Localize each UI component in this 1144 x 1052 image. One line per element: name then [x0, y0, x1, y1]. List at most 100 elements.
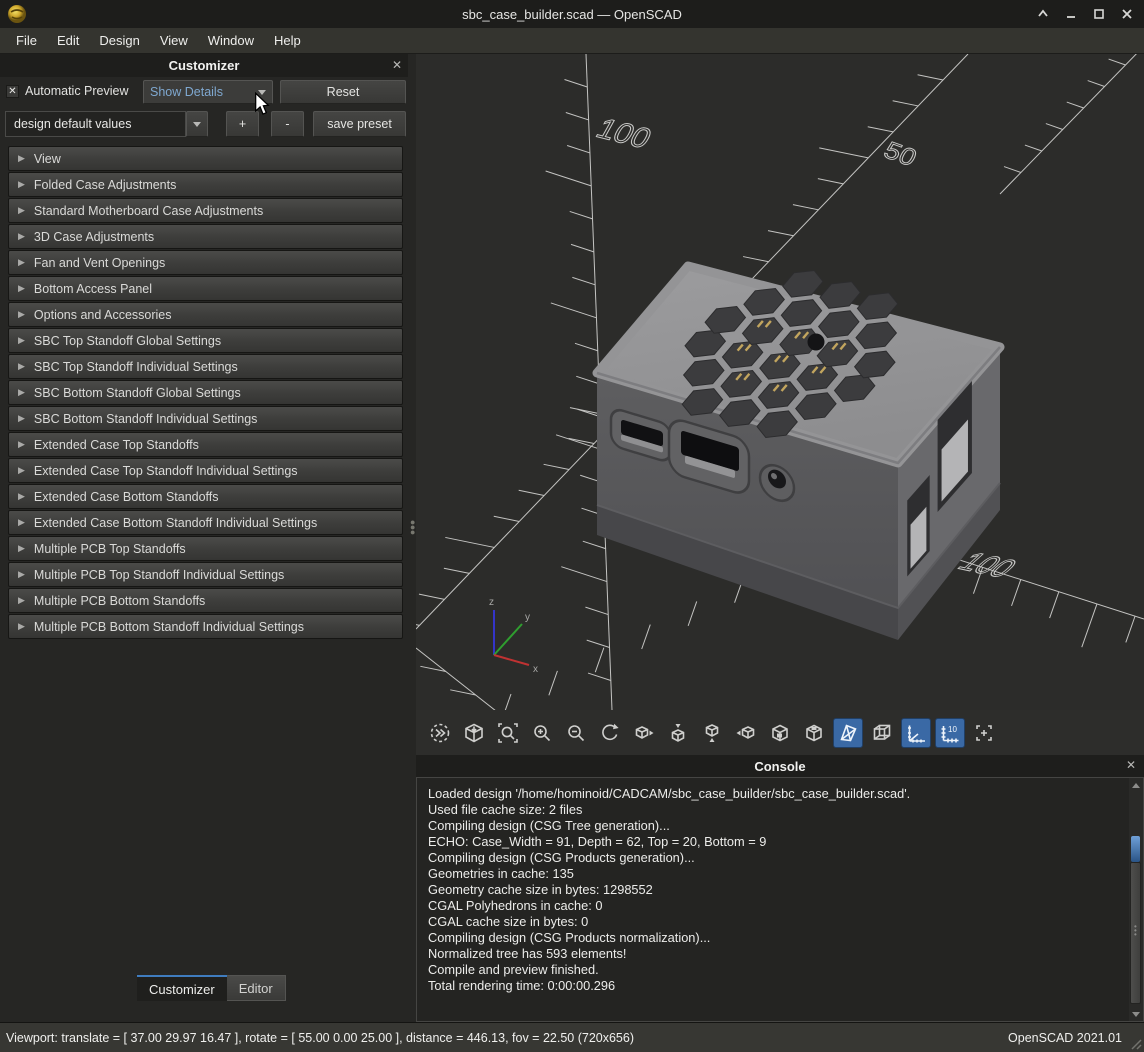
- reset-button[interactable]: Reset: [280, 80, 406, 104]
- menu-help[interactable]: Help: [264, 29, 311, 52]
- console-scrollbar[interactable]: •••: [1129, 778, 1143, 1021]
- section-sbc-bottom-standoff-individual-settings[interactable]: ▶SBC Bottom Standoff Individual Settings: [8, 406, 403, 431]
- section-sbc-top-standoff-global-settings[interactable]: ▶SBC Top Standoff Global Settings: [8, 328, 403, 353]
- section-multiple-pcb-bottom-standoff-individual-settings[interactable]: ▶Multiple PCB Bottom Standoff Individual…: [8, 614, 403, 639]
- menu-design[interactable]: Design: [89, 29, 149, 52]
- view-bottom-button[interactable]: [697, 718, 727, 748]
- x-axis-label: x: [533, 664, 538, 675]
- show-axes-button[interactable]: [901, 718, 931, 748]
- view-toolbar: 10: [416, 710, 1144, 755]
- chevron-down-icon: [193, 122, 201, 127]
- 3d-viewport[interactable]: 100 50 100: [416, 54, 1144, 710]
- console-close-icon[interactable]: ✕: [1126, 758, 1136, 772]
- save-preset-button[interactable]: save preset: [313, 111, 406, 137]
- zoom-fit-icon: [496, 721, 520, 745]
- remove-preset-button[interactable]: -: [271, 111, 304, 137]
- section-extended-case-bottom-standoffs[interactable]: ▶Extended Case Bottom Standoffs: [8, 484, 403, 509]
- section-standard-motherboard-case-adjustments[interactable]: ▶Standard Motherboard Case Adjustments: [8, 198, 403, 223]
- section-multiple-pcb-bottom-standoffs[interactable]: ▶Multiple PCB Bottom Standoffs: [8, 588, 403, 613]
- console-output[interactable]: Loaded design '/home/hominoid/CADCAM/sbc…: [416, 777, 1144, 1022]
- section-sbc-top-standoff-individual-settings[interactable]: ▶SBC Top Standoff Individual Settings: [8, 354, 403, 379]
- tab-customizer[interactable]: Customizer: [137, 975, 227, 1001]
- minimize-button[interactable]: [1062, 5, 1080, 23]
- scroll-up-icon[interactable]: [1129, 778, 1143, 792]
- shade-button[interactable]: [1034, 5, 1052, 23]
- show-scale-markers-button[interactable]: 10: [935, 718, 965, 748]
- view-left-icon: [734, 721, 758, 745]
- close-icon: [1123, 10, 1131, 18]
- section-folded-case-adjustments[interactable]: ▶Folded Case Adjustments: [8, 172, 403, 197]
- section-multiple-pcb-top-standoff-individual-settings[interactable]: ▶Multiple PCB Top Standoff Individual Se…: [8, 562, 403, 587]
- view-left-button[interactable]: [731, 718, 761, 748]
- menu-edit[interactable]: Edit: [47, 29, 89, 52]
- section-3d-case-adjustments[interactable]: ▶3D Case Adjustments: [8, 224, 403, 249]
- right-region: 100 50 100: [416, 54, 1144, 1022]
- orthogonal-button[interactable]: [867, 718, 897, 748]
- perspective-button[interactable]: [833, 718, 863, 748]
- show-crosshairs-button[interactable]: [969, 718, 999, 748]
- zoom-fit-button[interactable]: [493, 718, 523, 748]
- chevron-right-icon: ▶: [18, 439, 25, 450]
- preset-dropdown-button[interactable]: [186, 111, 208, 137]
- menu-file[interactable]: File: [6, 29, 47, 52]
- show-scale-markers-icon: 10: [938, 721, 962, 745]
- statusbar: Viewport: translate = [ 37.00 29.97 16.4…: [0, 1022, 1144, 1052]
- chevron-right-icon: ▶: [18, 179, 25, 190]
- section-options-and-accessories[interactable]: ▶Options and Accessories: [8, 302, 403, 327]
- chevron-right-icon: ▶: [18, 491, 25, 502]
- chevron-right-icon: ▶: [18, 465, 25, 476]
- view-all-button[interactable]: [459, 718, 489, 748]
- chevron-right-icon: ▶: [18, 231, 25, 242]
- view-front-icon: [768, 721, 792, 745]
- section-sbc-bottom-standoff-global-settings[interactable]: ▶SBC Bottom Standoff Global Settings: [8, 380, 403, 405]
- console-line: Compiling design (CSG Products generatio…: [428, 850, 1119, 866]
- console-line: ECHO: Case_Width = 91, Depth = 62, Top =…: [428, 834, 1119, 850]
- scroll-down-icon[interactable]: [1129, 1007, 1143, 1021]
- section-fan-and-vent-openings[interactable]: ▶Fan and Vent Openings: [8, 250, 403, 275]
- window-title: sbc_case_builder.scad — OpenSCAD: [0, 7, 1144, 22]
- customizer-dock-header[interactable]: Customizer ✕: [0, 54, 408, 77]
- openscad-window: sbc_case_builder.scad — OpenSCAD FileEdi…: [0, 0, 1144, 1052]
- reset-view-icon: [598, 721, 622, 745]
- zoom-in-button[interactable]: [527, 718, 557, 748]
- section-extended-case-top-standoffs[interactable]: ▶Extended Case Top Standoffs: [8, 432, 403, 457]
- section-multiple-pcb-top-standoffs[interactable]: ▶Multiple PCB Top Standoffs: [8, 536, 403, 561]
- console-line: Geometries in cache: 135: [428, 866, 1119, 882]
- preset-combobox[interactable]: design default values: [5, 111, 186, 137]
- view-top-button[interactable]: [663, 718, 693, 748]
- menu-window[interactable]: Window: [198, 29, 264, 52]
- chevron-right-icon: ▶: [18, 335, 25, 346]
- view-right-button[interactable]: [629, 718, 659, 748]
- section-extended-case-bottom-standoff-individual-settings[interactable]: ▶Extended Case Bottom Standoff Individua…: [8, 510, 403, 535]
- version-label: OpenSCAD 2021.01: [1008, 1031, 1122, 1045]
- zoom-out-button[interactable]: [561, 718, 591, 748]
- section-extended-case-top-standoff-individual-settings[interactable]: ▶Extended Case Top Standoff Individual S…: [8, 458, 403, 483]
- chevron-right-icon: ▶: [18, 361, 25, 372]
- maximize-button[interactable]: [1090, 5, 1108, 23]
- section-view[interactable]: ▶View: [8, 146, 403, 171]
- scrollbar-thumb[interactable]: •••: [1130, 862, 1141, 1004]
- orthogonal-icon: [870, 721, 894, 745]
- view-back-button[interactable]: [799, 718, 829, 748]
- reset-view-button[interactable]: [595, 718, 625, 748]
- view-front-button[interactable]: [765, 718, 795, 748]
- close-button[interactable]: [1118, 5, 1136, 23]
- customizer-close-icon[interactable]: ✕: [392, 57, 402, 73]
- chevron-right-icon: ▶: [18, 569, 25, 580]
- automatic-preview-checkbox[interactable]: ✕: [6, 85, 19, 98]
- console-dock-header[interactable]: Console ✕: [416, 755, 1144, 777]
- throw-together-button[interactable]: [425, 718, 455, 748]
- panel-splitter[interactable]: ●●●: [408, 54, 416, 1022]
- svg-text:10: 10: [948, 725, 957, 734]
- chevron-right-icon: ▶: [18, 387, 25, 398]
- console-line: Geometry cache size in bytes: 1298552: [428, 882, 1119, 898]
- console-line: Compiling design (CSG Products normaliza…: [428, 930, 1119, 946]
- console-line: CGAL cache size in bytes: 0: [428, 914, 1119, 930]
- menu-view[interactable]: View: [150, 29, 198, 52]
- resize-grip[interactable]: [1128, 1036, 1142, 1050]
- dock-tabs: CustomizerEditor: [137, 975, 286, 1001]
- titlebar[interactable]: sbc_case_builder.scad — OpenSCAD: [0, 0, 1144, 28]
- section-bottom-access-panel[interactable]: ▶Bottom Access Panel: [8, 276, 403, 301]
- automatic-preview-label: Automatic Preview: [25, 84, 129, 98]
- tab-editor[interactable]: Editor: [227, 975, 286, 1001]
